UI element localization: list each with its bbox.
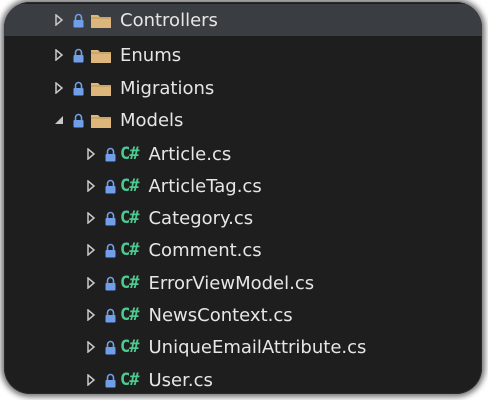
chevron-right-icon[interactable]: [84, 243, 98, 257]
tree-file-unique-email-attribute[interactable]: C# UniqueEmailAttribute.cs: [4, 331, 482, 363]
chevron-right-icon[interactable]: [84, 340, 98, 354]
csharp-file-icon: C#: [120, 305, 140, 325]
tree-folder-label: Migrations: [120, 77, 215, 99]
tree-folder-migrations[interactable]: Migrations: [4, 72, 482, 104]
tree-file-label: User.cs: [148, 369, 213, 391]
csharp-file-icon: C#: [120, 337, 140, 357]
lock-icon: [104, 178, 116, 194]
folder-icon: [90, 111, 112, 129]
csharp-file-icon: C#: [120, 240, 140, 260]
tree-file-user[interactable]: C# User.cs: [4, 364, 482, 394]
tree-folder-label: Controllers: [120, 9, 218, 31]
lock-icon: [72, 12, 84, 28]
tree-file-label: Article.cs: [148, 143, 232, 165]
chevron-down-icon[interactable]: [52, 113, 66, 127]
tree-folder-enums[interactable]: Enums: [4, 39, 482, 71]
tree-folder-label: Enums: [120, 44, 182, 66]
csharp-file-icon: C#: [120, 176, 140, 196]
csharp-file-icon: C#: [120, 273, 140, 293]
lock-icon: [72, 47, 84, 63]
tree-file-label: Category.cs: [148, 207, 254, 229]
csharp-file-icon: C#: [120, 370, 140, 390]
lock-icon: [104, 307, 116, 323]
chevron-right-icon[interactable]: [52, 81, 66, 95]
tree-folder-label: Models: [120, 109, 184, 131]
folder-icon: [90, 46, 112, 64]
tree-file-label: NewsContext.cs: [148, 304, 293, 326]
chevron-right-icon[interactable]: [84, 211, 98, 225]
tree-file-news-context[interactable]: C# NewsContext.cs: [4, 299, 482, 331]
csharp-file-icon: C#: [120, 144, 140, 164]
folder-icon: [90, 79, 112, 97]
tree-file-category[interactable]: C# Category.cs: [4, 202, 482, 234]
solution-explorer-panel: Controllers Enums Migrations Models C# A…: [4, 2, 482, 394]
lock-icon: [104, 339, 116, 355]
tree-file-article[interactable]: C# Article.cs: [4, 138, 482, 170]
lock-icon: [104, 146, 116, 162]
folder-icon: [90, 11, 112, 29]
tree-file-error-view-model[interactable]: C# ErrorViewModel.cs: [4, 267, 482, 299]
lock-icon: [104, 210, 116, 226]
chevron-right-icon[interactable]: [84, 147, 98, 161]
lock-icon: [72, 80, 84, 96]
chevron-right-icon[interactable]: [84, 276, 98, 290]
chevron-right-icon[interactable]: [52, 48, 66, 62]
chevron-right-icon[interactable]: [84, 373, 98, 387]
lock-icon: [104, 275, 116, 291]
lock-icon: [72, 112, 84, 128]
tree-file-comment[interactable]: C# Comment.cs: [4, 234, 482, 266]
tree-file-label: UniqueEmailAttribute.cs: [148, 336, 367, 358]
tree-folder-models[interactable]: Models: [4, 104, 482, 136]
tree-file-label: ErrorViewModel.cs: [148, 272, 315, 294]
file-tree: Controllers Enums Migrations Models C# A…: [4, 2, 482, 394]
tree-file-label: Comment.cs: [148, 239, 262, 261]
tree-file-article-tag[interactable]: C# ArticleTag.cs: [4, 170, 482, 202]
chevron-right-icon[interactable]: [84, 308, 98, 322]
lock-icon: [104, 372, 116, 388]
lock-icon: [104, 242, 116, 258]
csharp-file-icon: C#: [120, 208, 140, 228]
chevron-right-icon[interactable]: [84, 179, 98, 193]
tree-file-label: ArticleTag.cs: [148, 175, 262, 197]
chevron-right-icon[interactable]: [52, 13, 66, 27]
tree-folder-controllers[interactable]: Controllers: [4, 4, 482, 36]
